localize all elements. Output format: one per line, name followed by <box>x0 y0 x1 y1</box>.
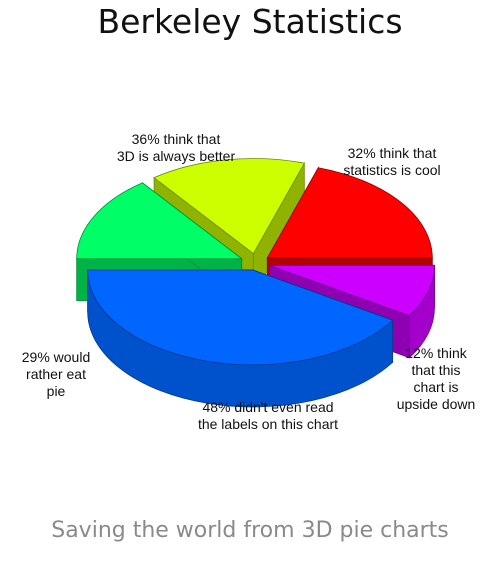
slice-label: 29% would rather eat pie <box>22 349 91 399</box>
slice-label: 36% think that 3D is always better <box>117 131 236 164</box>
pie-chart: 32% think that statistics is cool 12% thin… <box>22 131 476 432</box>
slice-label: 12% think that this chart is upside down <box>397 345 476 412</box>
slice-label: 32% think that statistics is cool <box>343 145 440 178</box>
slice-label: 48% didn't even read the labels on this c… <box>198 399 338 432</box>
chart-subtitle: Saving the world from 3D pie charts <box>51 518 449 543</box>
